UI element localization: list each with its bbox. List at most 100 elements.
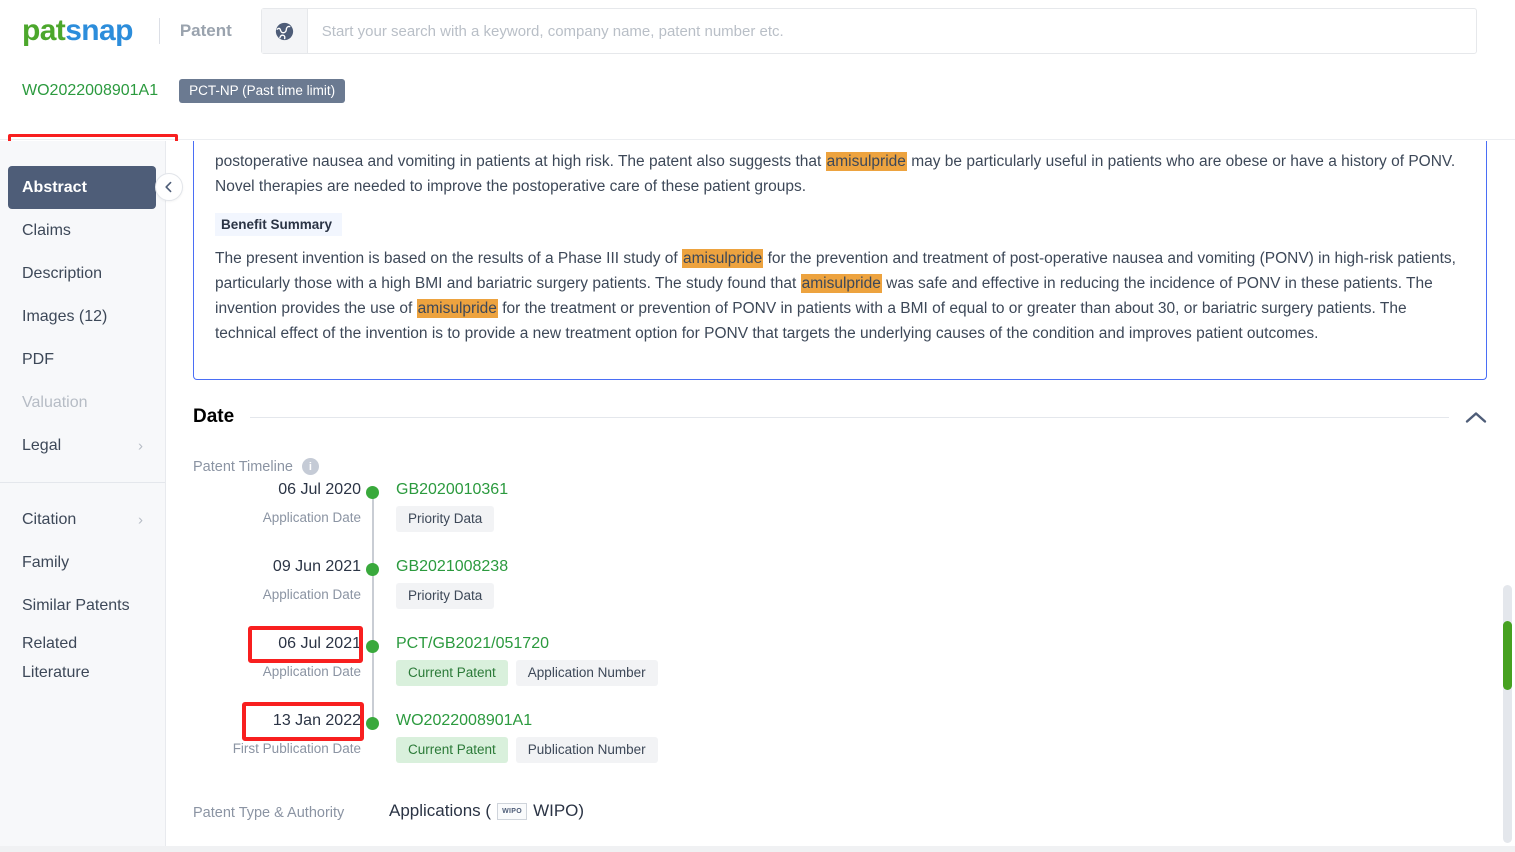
- sidebar-item-citation[interactable]: Citation ›: [0, 498, 165, 541]
- chevron-left-icon: [165, 181, 172, 193]
- horizontal-scrollbar[interactable]: [0, 846, 1515, 852]
- timeline-number-link[interactable]: PCT/GB2021/051720: [396, 635, 549, 653]
- chevron-right-icon: ›: [138, 511, 143, 528]
- date-section-header: Date: [193, 406, 1487, 428]
- patent-timeline-label-row: Patent Timeline i: [193, 458, 1487, 475]
- highlight-term: amisulpride: [416, 299, 498, 318]
- benefit-summary-paragraph: The present invention is based on the re…: [215, 246, 1465, 346]
- timeline-date: 09 Jun 2021: [272, 558, 361, 575]
- abstract-card: postoperative nausea and vomiting in pat…: [193, 141, 1487, 380]
- benefit-text-pre: The present invention is based on the re…: [215, 250, 682, 267]
- highlight-term: amisulpride: [800, 274, 882, 293]
- abstract-text-pre: postoperative nausea and vomiting in pat…: [215, 153, 826, 170]
- patent-type-authority-label: Patent Type & Authority: [193, 805, 345, 821]
- page-scrollbar-thumb[interactable]: [1503, 621, 1512, 690]
- timeline-dot: [366, 486, 379, 499]
- patent-timeline-label: Patent Timeline: [193, 458, 293, 475]
- timeline-tag: Application Number: [515, 660, 658, 686]
- sidebar-item-family[interactable]: Family: [0, 541, 165, 584]
- authority-value-post: WIPO): [533, 801, 585, 820]
- sidebar-item-label: Description: [22, 264, 103, 282]
- sidebar-item-description[interactable]: Description: [0, 252, 165, 295]
- search-input[interactable]: [307, 9, 1476, 53]
- patent-type-authority-row: Patent Type & Authority Applications ( W…: [193, 801, 1487, 841]
- abstract-paragraph-1: postoperative nausea and vomiting in pat…: [215, 149, 1465, 199]
- wipo-flag-icon: WIPO: [497, 802, 528, 820]
- sidebar: Abstract Claims Description Images (12) …: [0, 141, 166, 852]
- patsnap-logo[interactable]: patsnap: [22, 16, 133, 46]
- sidebar-item-label: Valuation: [22, 393, 88, 411]
- search-bar[interactable]: [260, 8, 1477, 54]
- logo-pat-text: pat: [22, 14, 66, 47]
- sidebar-item-pdf[interactable]: PDF: [0, 338, 165, 381]
- sidebar-item-valuation: Valuation: [0, 381, 165, 424]
- timeline-number-link[interactable]: GB2021008238: [396, 558, 508, 576]
- date-section-title: Date: [193, 406, 235, 427]
- date-section: Date Patent Timeline i 06 Jul 2020 Appli…: [193, 406, 1487, 852]
- timeline-tag: Publication Number: [515, 737, 658, 763]
- timeline-tag: Priority Data: [396, 506, 495, 532]
- top-bar: patsnap Patent: [0, 0, 1515, 62]
- timeline-date-type: Application Date: [262, 587, 361, 602]
- sidebar-item-label: Legal: [22, 436, 62, 454]
- main-content: postoperative nausea and vomiting in pat…: [166, 141, 1515, 852]
- sidebar-item-label: Similar Patents: [22, 596, 130, 614]
- timeline-date-type: Application Date: [262, 510, 361, 525]
- timeline-tag-current-patent: Current Patent: [396, 660, 508, 686]
- sidebar-item-label-line2: Literature: [22, 664, 90, 681]
- sidebar-item-label: Family: [22, 553, 70, 571]
- sidebar-item-label: Claims: [22, 221, 71, 239]
- info-icon[interactable]: i: [301, 458, 319, 475]
- date-section-collapse-button[interactable]: [1465, 411, 1487, 424]
- patent-header: WO2022008901A1 PCT-NP (Past time limit) …: [0, 62, 1515, 191]
- publication-number-row: WO2022008901A1 PCT-NP (Past time limit): [18, 79, 346, 103]
- timeline-number-link[interactable]: GB2020010361: [396, 481, 508, 499]
- sidebar-item-images[interactable]: Images (12): [0, 295, 165, 338]
- highlight-term: amisulpride: [825, 152, 907, 171]
- sidebar-divider: [0, 482, 165, 483]
- globe-icon[interactable]: [261, 9, 308, 53]
- timeline-row: 06 Jul 2021 Application Date PCT/GB2021/…: [193, 626, 1487, 712]
- sidebar-collapse-button[interactable]: [155, 173, 183, 201]
- benefit-summary-label: Benefit Summary: [215, 213, 343, 236]
- authority-value-pre: Applications (: [389, 801, 492, 820]
- timeline-date: 06 Jul 2021: [278, 635, 361, 652]
- status-badge: PCT-NP (Past time limit): [179, 79, 346, 103]
- highlight-term: amisulpride: [682, 249, 764, 268]
- sidebar-item-label: Images (12): [22, 307, 108, 325]
- app-name-label: Patent: [179, 21, 232, 40]
- sidebar-item-claims[interactable]: Claims: [0, 209, 165, 252]
- patent-type-authority-value: Applications ( WIPO WIPO): [389, 801, 584, 821]
- timeline-tag: Priority Data: [396, 583, 495, 609]
- sidebar-item-abstract[interactable]: Abstract: [8, 166, 156, 209]
- timeline-number-link[interactable]: WO2022008901A1: [396, 712, 532, 730]
- sidebar-item-label-line1: Related: [22, 635, 78, 652]
- chevron-right-icon: ›: [138, 437, 143, 454]
- sidebar-item-label: Citation: [22, 510, 77, 528]
- logo-snap-text: snap: [65, 14, 133, 47]
- sidebar-item-related-literature[interactable]: Related Literature: [0, 627, 165, 685]
- timeline-tags: Current Patent Application Number: [396, 660, 658, 686]
- timeline-row: 09 Jun 2021 Application Date GB202100823…: [193, 558, 1487, 635]
- timeline-date: 13 Jan 2022: [272, 712, 361, 729]
- sidebar-item-label: PDF: [22, 350, 54, 368]
- timeline-tags: Current Patent Publication Number: [396, 737, 658, 763]
- section-rule: [250, 416, 1449, 418]
- timeline-date-type: Application Date: [262, 664, 361, 679]
- timeline-date-type: First Publication Date: [232, 741, 361, 756]
- timeline-row: 06 Jul 2020 Application Date GB202001036…: [193, 481, 1487, 558]
- timeline-tag-current-patent: Current Patent: [396, 737, 508, 763]
- timeline-dot: [366, 717, 379, 730]
- sidebar-item-label: Abstract: [22, 178, 87, 196]
- timeline-dot: [366, 640, 379, 653]
- chevron-up-icon: [1465, 411, 1487, 423]
- sidebar-item-similar-patents[interactable]: Similar Patents: [0, 584, 165, 627]
- sidebar-item-legal[interactable]: Legal ›: [0, 424, 165, 467]
- timeline-tags: Priority Data: [396, 506, 495, 532]
- timeline-row: 13 Jan 2022 First Publication Date WO202…: [193, 702, 1487, 789]
- timeline-tags: Priority Data: [396, 583, 495, 609]
- timeline-dot: [366, 563, 379, 576]
- publication-number-link[interactable]: WO2022008901A1: [18, 80, 162, 102]
- patent-timeline: 06 Jul 2020 Application Date GB202001036…: [193, 481, 1487, 789]
- timeline-date: 06 Jul 2020: [278, 481, 361, 498]
